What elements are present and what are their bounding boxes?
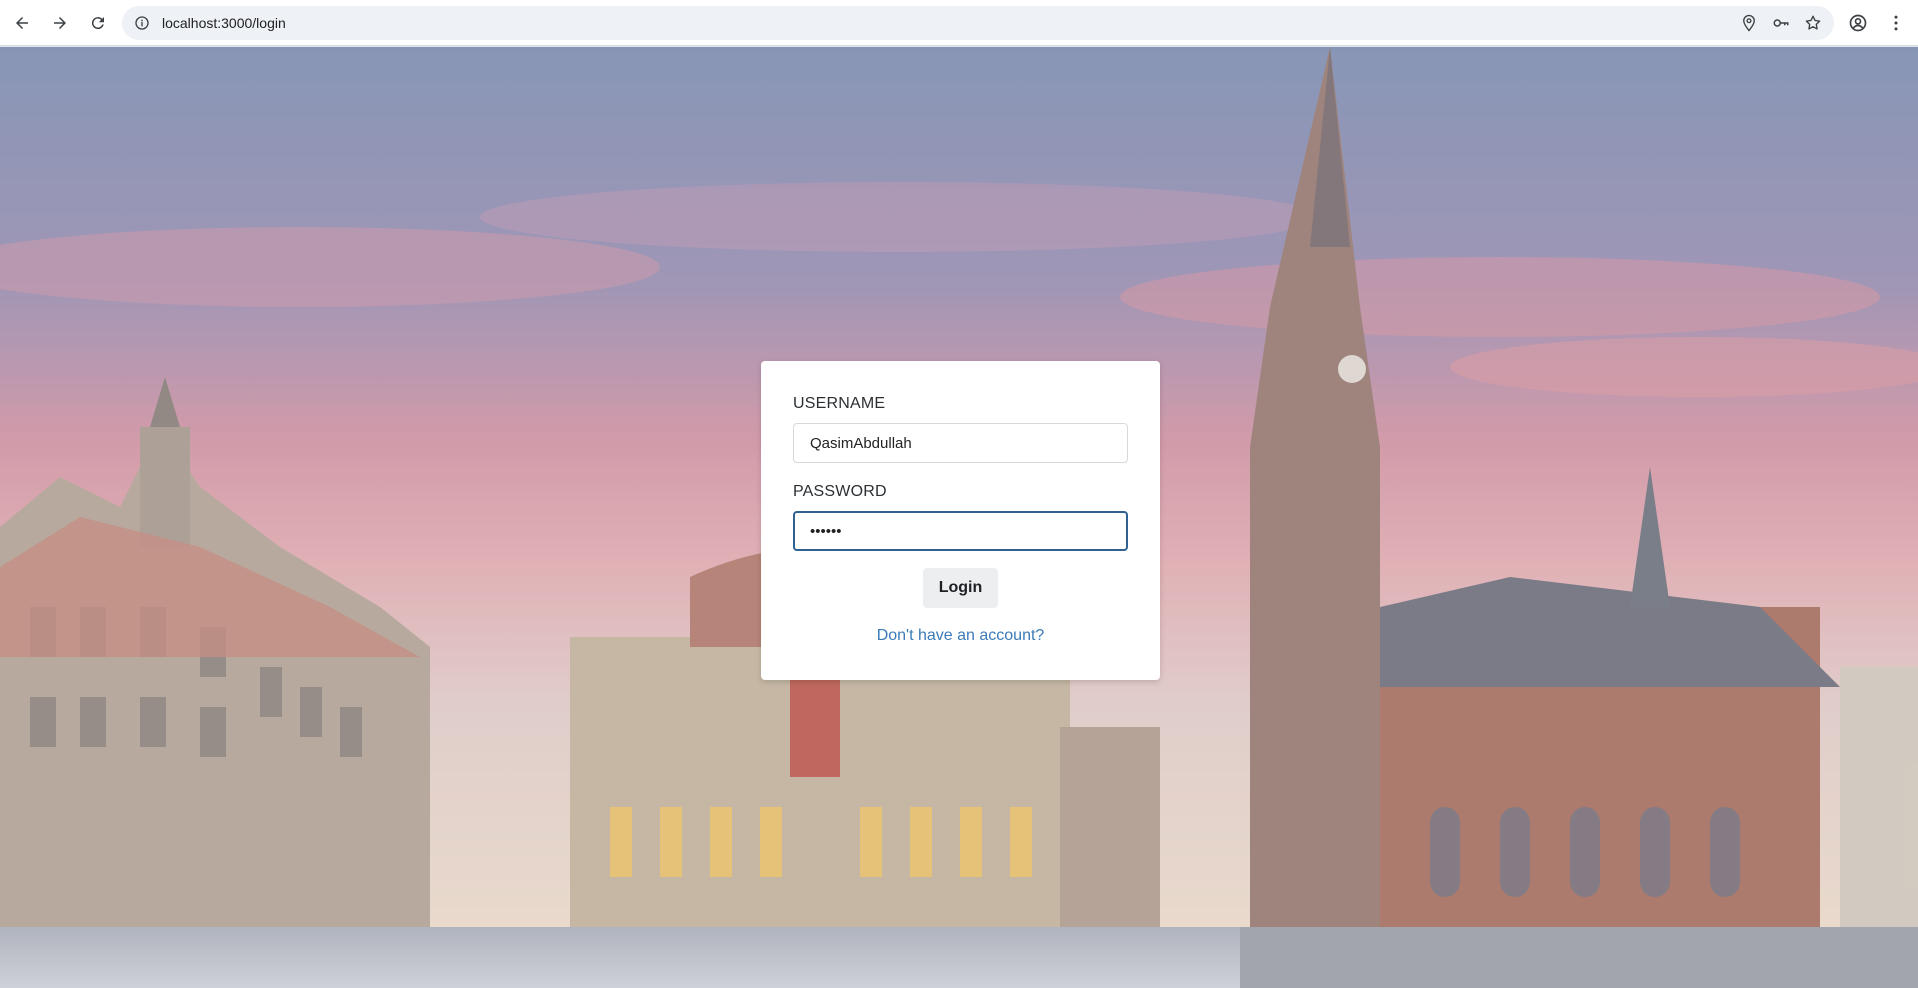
address-bar[interactable]: localhost:3000/login: [122, 6, 1834, 40]
login-card: USERNAME PASSWORD Login Don't have an ac…: [761, 361, 1160, 680]
username-input[interactable]: [793, 423, 1128, 463]
forward-button[interactable]: [44, 7, 76, 39]
reload-icon: [91, 16, 104, 29]
location-pin-icon[interactable]: [1740, 14, 1758, 32]
key-icon[interactable]: [1772, 14, 1790, 32]
back-button[interactable]: [6, 7, 38, 39]
arrow-right-icon: [54, 16, 66, 29]
reload-button[interactable]: [82, 7, 114, 39]
star-icon[interactable]: [1804, 14, 1822, 32]
kebab-menu-icon[interactable]: [1880, 7, 1912, 39]
password-input[interactable]: [793, 511, 1128, 551]
info-icon[interactable]: [134, 15, 150, 31]
arrow-left-icon: [16, 16, 28, 29]
signup-link[interactable]: Don't have an account?: [877, 627, 1045, 644]
login-button[interactable]: Login: [922, 568, 999, 608]
username-label: USERNAME: [793, 395, 886, 412]
account-icon[interactable]: [1842, 7, 1874, 39]
browser-toolbar: localhost:3000/login: [0, 0, 1918, 46]
password-label: PASSWORD: [793, 483, 887, 500]
url-text[interactable]: localhost:3000/login: [162, 15, 286, 31]
